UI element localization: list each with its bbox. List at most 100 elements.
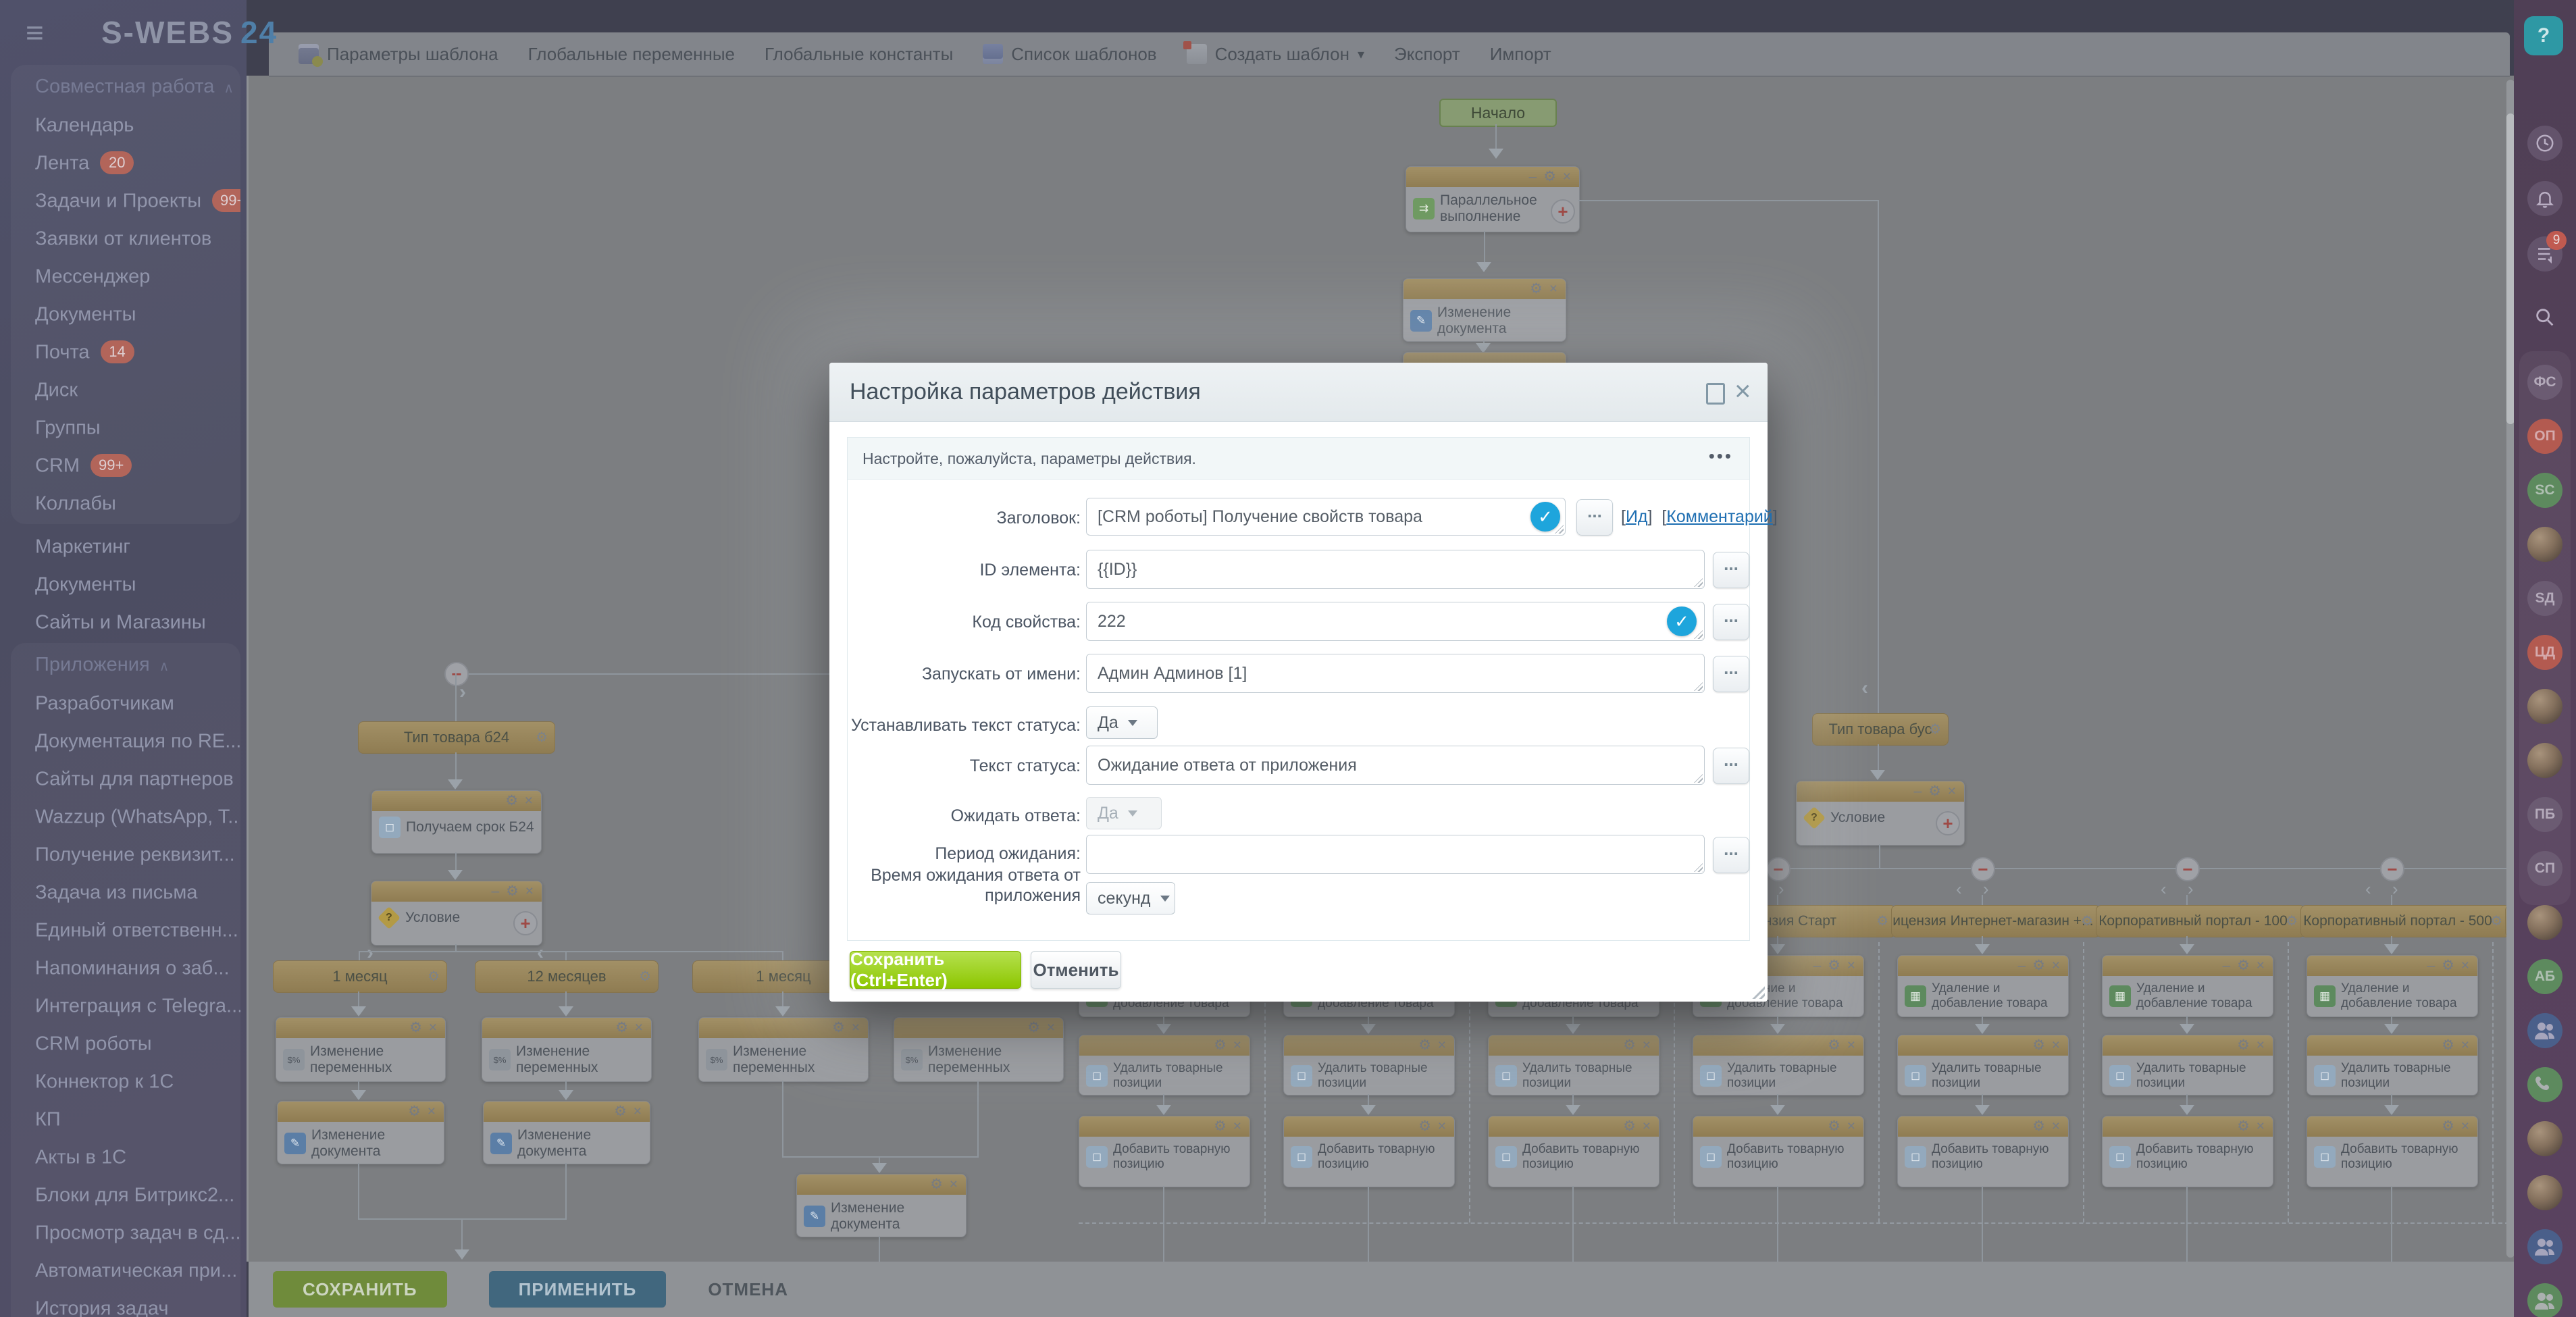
sidebar-item[interactable]: История задач <box>11 1289 240 1317</box>
value-picker-button[interactable]: ... <box>1713 656 1749 692</box>
sidebar-item[interactable]: Документы <box>11 294 240 332</box>
sidebar-item[interactable]: Группы <box>11 408 240 446</box>
close-icon[interactable] <box>1563 169 1572 184</box>
node-document-change[interactable]: Изменение документа <box>796 1174 967 1237</box>
toolbar-item[interactable]: Импорт ▾ <box>1490 44 1551 65</box>
close-icon[interactable] <box>1549 281 1559 296</box>
add-branch-button[interactable]: + <box>1551 199 1575 224</box>
node-document-change[interactable]: Изменение документа <box>483 1101 650 1164</box>
node-add-product-row[interactable]: Добавить товарную позицию <box>1079 1116 1250 1187</box>
close-icon[interactable] <box>2257 958 2266 973</box>
sidebar-section-header[interactable]: Приложения∧ <box>11 646 240 683</box>
node-add-product-row[interactable]: Добавить товарную позицию <box>2307 1116 2478 1187</box>
node-add-product-row[interactable]: Добавить товарную позицию <box>2102 1116 2273 1187</box>
sidebar-item[interactable]: Документы <box>11 565 240 602</box>
sidebar-item[interactable]: Получение реквизит... <box>11 835 240 873</box>
sidebar-section-header[interactable]: Совместная работа∧ <box>11 68 240 105</box>
sidebar-item[interactable]: Заявки от клиентов <box>11 219 240 257</box>
close-icon[interactable] <box>2461 958 2471 973</box>
id-link[interactable]: Ид <box>1626 507 1648 526</box>
sidebar-item[interactable]: Лента20 <box>11 143 240 181</box>
branch-bar[interactable]: Корпоративный портал - 100 <box>2096 905 2305 937</box>
gear-icon[interactable] <box>615 1020 635 1035</box>
chat-avatar[interactable]: SД <box>2527 581 2562 616</box>
template-cancel-button[interactable]: ОТМЕНА <box>708 1279 788 1300</box>
gear-icon[interactable] <box>408 1104 428 1119</box>
cancel-button[interactable]: Отменить <box>1031 951 1121 989</box>
status-text-input[interactable] <box>1086 746 1705 785</box>
collapse-branch-button[interactable]: − <box>2175 857 2200 881</box>
chat-avatar[interactable] <box>2527 1175 2562 1210</box>
chat-avatar[interactable]: АБ <box>2527 959 2562 994</box>
collapse-icon[interactable] <box>492 883 507 899</box>
gear-icon[interactable] <box>1828 1118 1847 1134</box>
add-branch-button[interactable]: + <box>1936 811 1960 835</box>
add-branch-button[interactable]: + <box>513 911 538 935</box>
hamburger-menu-icon[interactable]: ≡ <box>26 14 44 51</box>
gear-icon[interactable] <box>536 729 548 746</box>
node-add-remove-product[interactable]: Удаление и добавление товара <box>2307 955 2478 1017</box>
maximize-icon[interactable] <box>1706 383 1725 405</box>
gear-icon[interactable] <box>1928 783 1948 799</box>
gear-icon[interactable] <box>1828 1037 1847 1053</box>
collapse-icon[interactable] <box>2223 958 2238 973</box>
close-icon[interactable] <box>634 1104 643 1119</box>
gear-icon[interactable] <box>2490 912 2502 929</box>
sidebar-item[interactable]: CRM99+ <box>11 446 240 484</box>
chat-avatar[interactable] <box>2527 1067 2562 1102</box>
gear-icon[interactable] <box>2442 1118 2461 1134</box>
node-variables-change[interactable]: Изменение переменных <box>482 1017 652 1082</box>
sidebar-item[interactable]: Задача из письма <box>11 873 240 910</box>
collapse-icon[interactable] <box>1529 169 1544 184</box>
gear-icon[interactable] <box>1543 169 1563 184</box>
gear-icon[interactable] <box>506 883 525 899</box>
chat-avatar[interactable] <box>2527 1013 2562 1048</box>
sidebar-item[interactable]: Сайты и Магазины <box>11 602 240 640</box>
gear-icon[interactable] <box>428 968 440 985</box>
template-save-button[interactable]: СОХРАНИТЬ <box>273 1271 447 1308</box>
close-icon[interactable] <box>1948 783 1957 799</box>
gear-icon[interactable] <box>639 968 651 985</box>
history-clock-icon[interactable] <box>2527 126 2562 161</box>
help-button[interactable]: ? <box>2524 16 2563 55</box>
node-variables-change[interactable]: Изменение переменных <box>276 1017 446 1082</box>
chat-avatar[interactable] <box>2527 527 2562 562</box>
node-add-product-row[interactable]: Добавить товарную позицию <box>1897 1116 2069 1187</box>
wait-period-unit-select[interactable]: секунд <box>1086 882 1175 914</box>
chat-avatar[interactable] <box>2527 1121 2562 1156</box>
gear-icon[interactable] <box>930 1177 950 1192</box>
gear-icon[interactable] <box>1623 1037 1643 1053</box>
gear-icon[interactable] <box>2442 1037 2461 1053</box>
gear-icon[interactable] <box>1929 721 1941 738</box>
collapse-icon[interactable] <box>2427 958 2442 973</box>
gear-icon[interactable] <box>1876 912 1888 929</box>
node-remove-product-rows[interactable]: Удалить товарные позиции <box>2102 1035 2273 1095</box>
chat-avatar[interactable] <box>2527 689 2562 724</box>
gear-icon[interactable] <box>505 793 525 808</box>
branch-bar[interactable]: 12 месяцев <box>475 960 659 993</box>
toolbar-item[interactable]: Список шаблонов ▾ <box>983 44 1156 65</box>
gear-icon[interactable] <box>1828 958 1847 973</box>
close-icon[interactable] <box>1233 1118 1243 1134</box>
sidebar-item[interactable]: Коллабы <box>11 484 240 521</box>
sidebar-item[interactable]: Диск <box>11 370 240 408</box>
sidebar-item[interactable]: Документация по RE... <box>11 721 240 759</box>
node-add-remove-product[interactable]: Удаление и добавление товара <box>2102 955 2273 1017</box>
node-add-product-row[interactable]: Добавить товарную позицию <box>1488 1116 1659 1187</box>
toolbar-item[interactable]: Параметры шаблона ▾ <box>299 44 498 65</box>
gear-icon[interactable] <box>1418 1037 1438 1053</box>
gear-icon[interactable] <box>2442 958 2461 973</box>
gear-icon[interactable] <box>614 1104 634 1119</box>
gear-icon[interactable] <box>1214 1037 1233 1053</box>
node-add-product-row[interactable]: Добавить товарную позицию <box>1283 1116 1455 1187</box>
toolbar-item[interactable]: Глобальные константы ▾ <box>765 44 953 65</box>
branch-bar[interactable]: Корпоративный портал - 500 <box>2300 905 2510 937</box>
sidebar-item[interactable]: Почта14 <box>11 332 240 370</box>
gear-icon[interactable] <box>1027 1020 1047 1035</box>
close-icon[interactable] <box>429 1020 438 1035</box>
chat-avatar[interactable]: ОП <box>2527 419 2562 454</box>
sidebar-item[interactable]: Акты в 1С <box>11 1137 240 1175</box>
chat-avatar[interactable] <box>2527 1229 2562 1264</box>
gear-icon[interactable] <box>1530 281 1549 296</box>
node-get-term[interactable]: Получаем срок Б24 <box>371 790 542 854</box>
